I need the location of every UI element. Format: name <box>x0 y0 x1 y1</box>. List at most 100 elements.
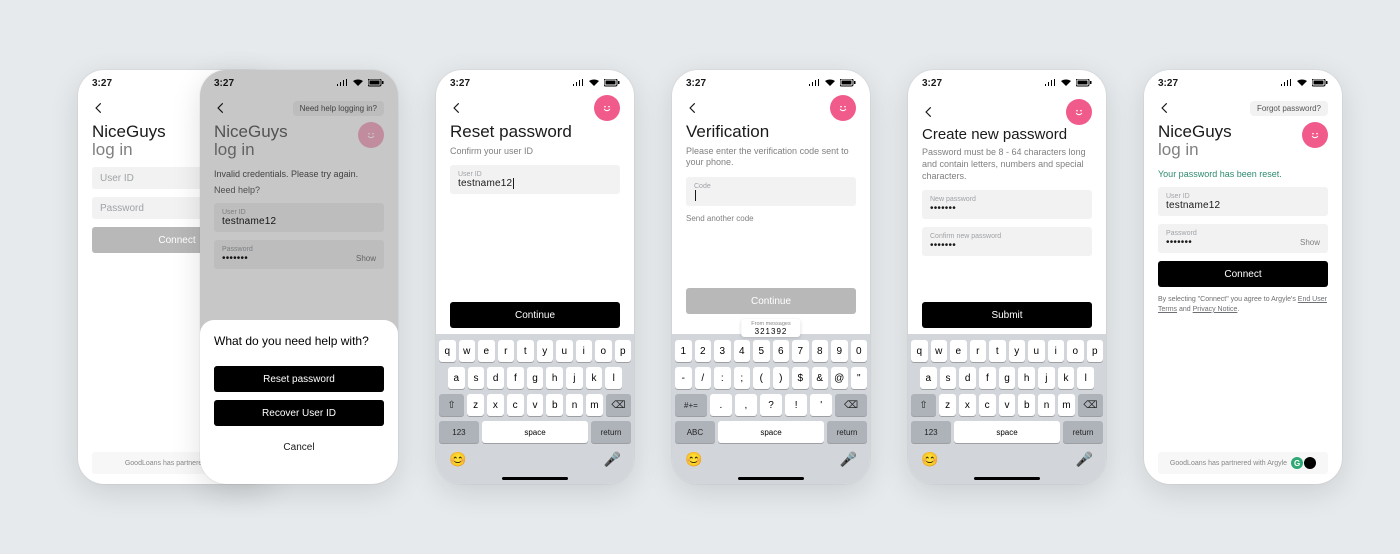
show-password-toggle[interactable]: Show <box>1300 238 1320 247</box>
back-icon[interactable] <box>92 101 106 115</box>
key-l[interactable]: l <box>605 367 622 389</box>
back-icon[interactable] <box>922 105 936 119</box>
key-$[interactable]: $ <box>792 367 809 389</box>
return-key[interactable]: return <box>591 421 631 443</box>
mode-abc-key[interactable]: ABC <box>675 421 715 443</box>
key-p[interactable]: p <box>615 340 632 362</box>
back-icon[interactable] <box>686 101 700 115</box>
key-2[interactable]: 2 <box>695 340 712 362</box>
key-s[interactable]: s <box>468 367 485 389</box>
mic-key[interactable]: 🎤 <box>1076 451 1093 468</box>
key-k[interactable]: k <box>586 367 603 389</box>
key-e[interactable]: e <box>950 340 967 362</box>
key-i[interactable]: i <box>576 340 593 362</box>
send-another-code-link[interactable]: Send another code <box>686 214 856 223</box>
space-key[interactable]: space <box>718 421 824 443</box>
mode-123-key[interactable]: 123 <box>911 421 951 443</box>
key-j[interactable]: j <box>566 367 583 389</box>
key-t[interactable]: t <box>989 340 1006 362</box>
key-g[interactable]: g <box>527 367 544 389</box>
key-u[interactable]: u <box>1028 340 1045 362</box>
key-e[interactable]: e <box>478 340 495 362</box>
delete-key[interactable]: ⌫ <box>606 394 631 416</box>
key-l[interactable]: l <box>1077 367 1094 389</box>
key-c[interactable]: c <box>979 394 996 416</box>
key-([interactable]: ( <box>753 367 770 389</box>
key-t[interactable]: t <box>517 340 534 362</box>
back-icon[interactable] <box>1158 101 1172 115</box>
home-indicator[interactable] <box>502 477 568 480</box>
key-6[interactable]: 6 <box>773 340 790 362</box>
key-x[interactable]: x <box>959 394 976 416</box>
key-w[interactable]: w <box>459 340 476 362</box>
key-y[interactable]: y <box>537 340 554 362</box>
key--[interactable]: - <box>675 367 692 389</box>
key-@[interactable]: @ <box>831 367 848 389</box>
key-8[interactable]: 8 <box>812 340 829 362</box>
emoji-key[interactable]: 😊 <box>449 451 466 468</box>
key-&[interactable]: & <box>812 367 829 389</box>
key-4[interactable]: 4 <box>734 340 751 362</box>
key-z[interactable]: z <box>467 394 484 416</box>
space-key[interactable]: space <box>482 421 588 443</box>
key-i[interactable]: i <box>1048 340 1065 362</box>
key-o[interactable]: o <box>595 340 612 362</box>
key-;[interactable]: ; <box>734 367 751 389</box>
mic-key[interactable]: 🎤 <box>840 451 857 468</box>
key-p[interactable]: p <box>1087 340 1104 362</box>
mode-sym-key[interactable]: #+= <box>675 394 707 416</box>
key-?[interactable]: ? <box>760 394 782 416</box>
reset-password-button[interactable]: Reset password <box>214 366 384 392</box>
key-f[interactable]: f <box>507 367 524 389</box>
key-v[interactable]: v <box>999 394 1016 416</box>
return-key[interactable]: return <box>1063 421 1103 443</box>
key-b[interactable]: b <box>1018 394 1035 416</box>
user-id-field[interactable]: User ID testname12 <box>450 165 620 194</box>
key-w[interactable]: w <box>931 340 948 362</box>
key-3[interactable]: 3 <box>714 340 731 362</box>
keyboard[interactable]: From messages 321392 1234567890 -/:;()$&… <box>672 334 870 484</box>
key-v[interactable]: v <box>527 394 544 416</box>
code-field[interactable]: Code <box>686 177 856 206</box>
key-g[interactable]: g <box>999 367 1016 389</box>
key-h[interactable]: h <box>1018 367 1035 389</box>
key-s[interactable]: s <box>940 367 957 389</box>
key-o[interactable]: o <box>1067 340 1084 362</box>
emoji-key[interactable]: 😊 <box>921 451 938 468</box>
return-key[interactable]: return <box>827 421 867 443</box>
shift-key[interactable]: ⇧ <box>911 394 936 416</box>
key-a[interactable]: a <box>920 367 937 389</box>
autofill-hint[interactable]: From messages 321392 <box>741 319 800 337</box>
key-r[interactable]: r <box>498 340 515 362</box>
recover-user-id-button[interactable]: Recover User ID <box>214 400 384 426</box>
key-![interactable]: ! <box>785 394 807 416</box>
key-u[interactable]: u <box>556 340 573 362</box>
key-c[interactable]: c <box>507 394 524 416</box>
key-n[interactable]: n <box>566 394 583 416</box>
key-m[interactable]: m <box>586 394 603 416</box>
key-n[interactable]: n <box>1038 394 1055 416</box>
back-icon[interactable] <box>450 101 464 115</box>
user-id-field[interactable]: User ID testname12 <box>1158 187 1328 216</box>
forgot-password-link[interactable]: Forgot password? <box>1250 101 1328 116</box>
key-d[interactable]: d <box>487 367 504 389</box>
key-r[interactable]: r <box>970 340 987 362</box>
new-password-field[interactable]: New password ••••••• <box>922 190 1092 219</box>
key-h[interactable]: h <box>546 367 563 389</box>
mode-123-key[interactable]: 123 <box>439 421 479 443</box>
key-"[interactable]: " <box>851 367 868 389</box>
key-y[interactable]: y <box>1009 340 1026 362</box>
privacy-notice-link[interactable]: Privacy Notice <box>1193 306 1238 313</box>
key-'[interactable]: ' <box>810 394 832 416</box>
assistant-smiley-icon[interactable] <box>594 95 620 121</box>
key-/[interactable]: / <box>695 367 712 389</box>
space-key[interactable]: space <box>954 421 1060 443</box>
key-k[interactable]: k <box>1058 367 1075 389</box>
connect-button[interactable]: Connect <box>1158 261 1328 287</box>
key-q[interactable]: q <box>911 340 928 362</box>
key-,[interactable]: , <box>735 394 757 416</box>
key-0[interactable]: 0 <box>851 340 868 362</box>
confirm-password-field[interactable]: Confirm new password ••••••• <box>922 227 1092 256</box>
submit-button[interactable]: Submit <box>922 302 1092 328</box>
key-b[interactable]: b <box>546 394 563 416</box>
